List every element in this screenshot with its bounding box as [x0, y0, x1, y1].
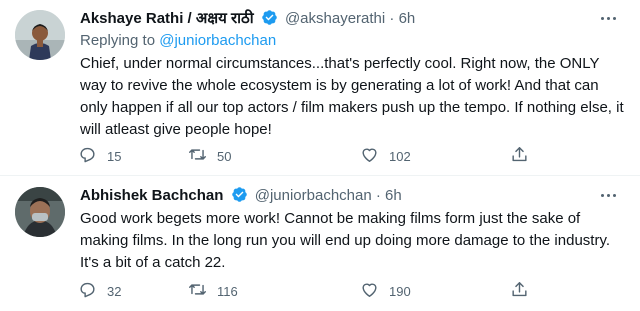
- tweet-text: Good work begets more work! Cannot be ma…: [80, 210, 611, 271]
- like-count: 190: [389, 283, 411, 299]
- tweet-abhishek-bachchan[interactable]: Abhishek Bachchan @juniorbachchan · 6h G…: [0, 177, 640, 311]
- retweet-icon: [188, 145, 207, 167]
- replying-to: Replying to @juniorbachchan: [80, 31, 276, 51]
- verified-badge-icon: [231, 186, 248, 203]
- retweet-button[interactable]: 116: [188, 280, 238, 302]
- reply-button[interactable]: 15: [78, 145, 121, 167]
- like-icon: [360, 280, 379, 302]
- timestamp[interactable]: 6h: [399, 10, 416, 27]
- share-button[interactable]: [510, 280, 529, 302]
- like-button[interactable]: 102: [360, 145, 411, 167]
- share-icon: [510, 280, 529, 302]
- verified-badge-icon: [261, 9, 278, 26]
- share-icon: [510, 145, 529, 167]
- retweet-count: 50: [217, 148, 232, 164]
- like-icon: [360, 145, 379, 167]
- reply-icon: [78, 145, 97, 167]
- retweet-count: 116: [217, 283, 238, 299]
- display-name[interactable]: Abhishek Bachchan: [80, 187, 223, 204]
- share-button[interactable]: [510, 145, 529, 167]
- retweet-button[interactable]: 50: [188, 145, 231, 167]
- reply-button[interactable]: 32: [78, 280, 121, 302]
- reply-count: 32: [107, 283, 122, 299]
- user-handle[interactable]: @juniorbachchan: [255, 187, 372, 204]
- separator: ·: [389, 10, 395, 27]
- reply-count: 15: [107, 148, 122, 164]
- tweet-header: Abhishek Bachchan @juniorbachchan · 6h: [80, 186, 402, 206]
- tweet-actions: 32 116 190: [78, 280, 538, 302]
- display-name[interactable]: Akshaye Rathi / अक्षय राठी: [80, 10, 254, 27]
- replying-to-label: Replying to: [80, 32, 156, 49]
- tweet-header: Akshaye Rathi / अक्षय राठी @akshayerathi…: [80, 9, 415, 29]
- like-count: 102: [389, 148, 411, 164]
- tweet-akshaye-rathi[interactable]: Akshaye Rathi / अक्षय राठी @akshayerathi…: [0, 0, 640, 176]
- more-options-icon[interactable]: [596, 187, 620, 203]
- separator: ·: [375, 187, 381, 204]
- avatar[interactable]: [15, 187, 65, 237]
- timestamp[interactable]: 6h: [385, 187, 402, 204]
- avatar[interactable]: [15, 10, 65, 60]
- reply-icon: [78, 280, 97, 302]
- retweet-icon: [188, 280, 207, 302]
- tweet-text: Chief, under normal circumstances...that…: [80, 55, 624, 138]
- replying-to-handle-link[interactable]: @juniorbachchan: [159, 32, 276, 49]
- more-options-icon[interactable]: [596, 10, 620, 26]
- user-handle[interactable]: @akshayerathi: [285, 10, 385, 27]
- tweet-actions: 15 50 102: [78, 145, 538, 167]
- like-button[interactable]: 190: [360, 280, 411, 302]
